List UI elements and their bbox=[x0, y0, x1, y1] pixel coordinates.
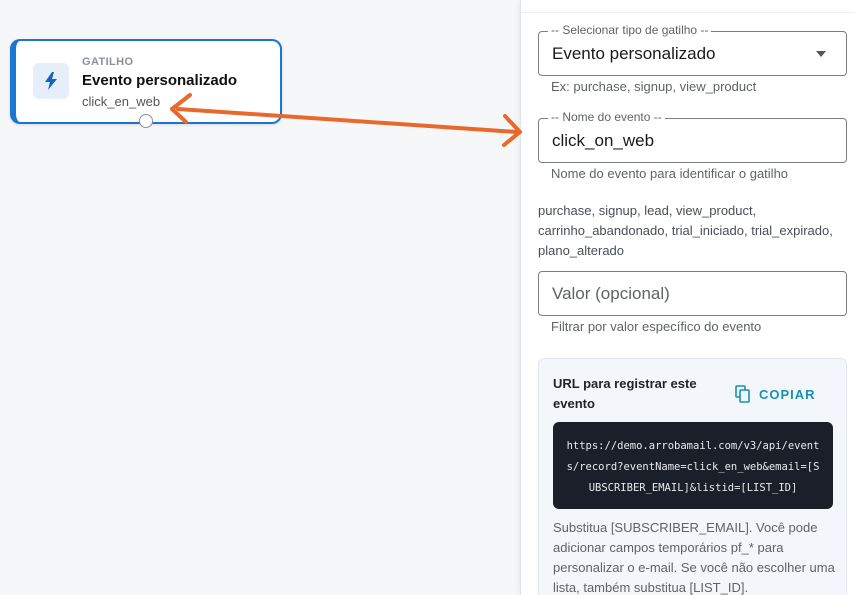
event-name-helper: Nome do evento para identificar o gatilh… bbox=[551, 166, 789, 181]
workflow-editor: GATILHO Evento personalizado click_en_we… bbox=[0, 0, 855, 595]
lightning-bolt-icon bbox=[45, 72, 57, 90]
panel-divider bbox=[521, 12, 855, 13]
event-name-value: click_on_web bbox=[552, 131, 655, 150]
copy-icon bbox=[735, 385, 750, 403]
trigger-type-value: Evento personalizado bbox=[552, 44, 716, 63]
url-card-description: Substitua [SUBSCRIBER_EMAIL]. Você pode … bbox=[553, 520, 835, 595]
record-url-code[interactable]: https://demo.arrobamail.com/v3/api/event… bbox=[553, 422, 833, 509]
event-value-placeholder: Valor (opcional) bbox=[552, 284, 670, 303]
node-title: Evento personalizado bbox=[82, 72, 238, 89]
node-event-name: click_en_web bbox=[82, 94, 161, 109]
copy-button[interactable]: COPIAR bbox=[735, 383, 816, 405]
trigger-icon-box bbox=[33, 63, 69, 99]
url-card-title: URL para registrar este evento bbox=[553, 376, 697, 411]
event-name-input[interactable]: -- Nome do evento -- click_on_web bbox=[538, 110, 847, 163]
trigger-node[interactable]: GATILHO Evento personalizado click_en_we… bbox=[10, 39, 282, 124]
trigger-type-select[interactable]: -- Selecionar tipo de gatilho -- Evento … bbox=[538, 23, 847, 76]
flow-canvas[interactable]: GATILHO Evento personalizado click_en_we… bbox=[0, 0, 520, 595]
node-output-handle[interactable] bbox=[139, 114, 153, 128]
event-suggestions: purchase, signup, lead, view_product, ca… bbox=[538, 203, 833, 258]
record-url-card: URL para registrar este evento COPIAR ht… bbox=[538, 358, 847, 595]
event-value-input[interactable]: Valor (opcional) bbox=[538, 271, 847, 316]
trigger-settings-panel: -- Selecionar tipo de gatilho -- Evento … bbox=[520, 0, 855, 595]
copy-button-label: COPIAR bbox=[759, 386, 816, 402]
event-name-legend: -- Nome do evento -- bbox=[548, 110, 665, 124]
event-value-helper: Filtrar por valor específico do evento bbox=[551, 319, 762, 334]
node-kind-label: GATILHO bbox=[82, 56, 134, 68]
trigger-type-legend: -- Selecionar tipo de gatilho -- bbox=[548, 23, 712, 37]
caret-down-icon bbox=[816, 51, 826, 57]
trigger-type-helper: Ex: purchase, signup, view_product bbox=[551, 79, 757, 94]
